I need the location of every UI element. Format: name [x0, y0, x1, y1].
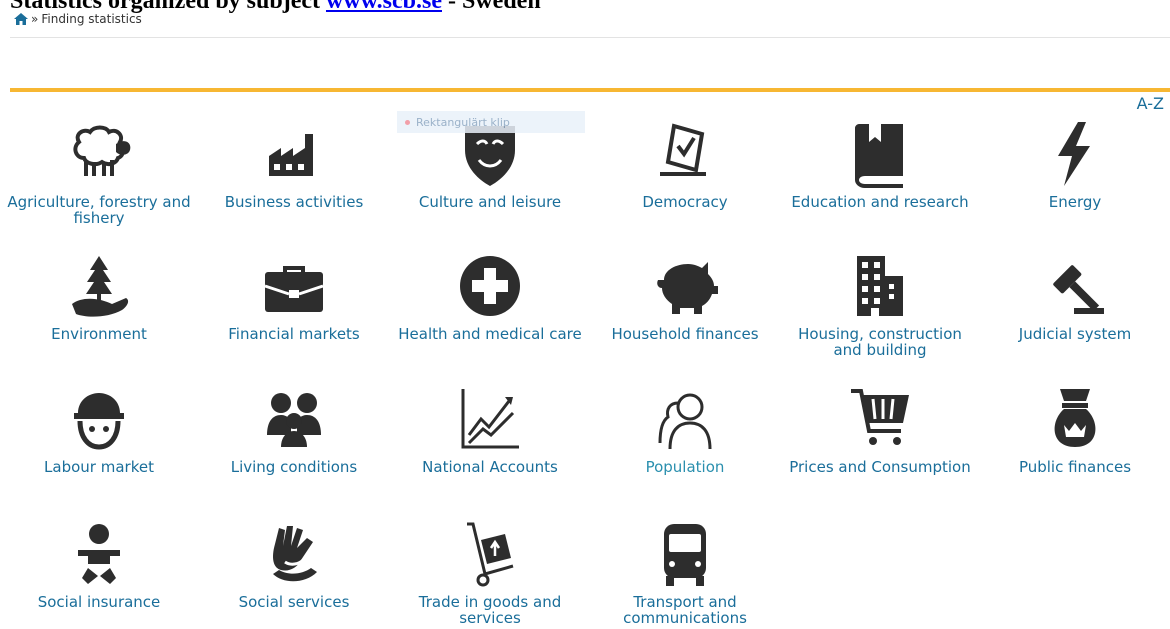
category-democracy[interactable]: Democracy [590, 120, 780, 210]
ballot-box-icon [660, 123, 706, 176]
category-agriculture[interactable]: Agriculture, forestry and fishery [4, 120, 194, 226]
people-group-icon [267, 393, 321, 447]
category-label: Agriculture, forestry and fishery [7, 193, 191, 227]
medical-cross-icon [460, 256, 520, 316]
category-label: Housing, construction and building [798, 325, 962, 359]
category-population[interactable]: Population [590, 385, 780, 475]
category-label: Culture and leisure [418, 193, 562, 211]
category-prices[interactable]: Prices and Consumption [785, 385, 975, 475]
category-label: National Accounts [422, 458, 558, 476]
piggy-bank-icon [657, 262, 718, 314]
category-energy[interactable]: Energy [980, 120, 1170, 210]
tooltip-overlay: Rektangulärt klip [397, 111, 585, 133]
category-financial-markets[interactable]: Financial markets [199, 252, 389, 342]
category-label: Energy [1048, 193, 1102, 211]
category-label: Labour market [44, 458, 154, 476]
category-label: Environment [51, 325, 147, 343]
people-outline-icon [658, 393, 712, 450]
category-public-finances[interactable]: Public finances [980, 385, 1170, 475]
category-label: Population [645, 458, 725, 476]
hand-truck-icon [467, 522, 514, 587]
category-living[interactable]: Living conditions [199, 385, 389, 475]
category-label: Household finances [611, 325, 759, 343]
factory-icon [269, 134, 313, 176]
briefcase-icon [264, 266, 324, 312]
category-transport[interactable]: Transport and communications [590, 520, 780, 626]
category-label: Financial markets [228, 325, 360, 343]
category-business[interactable]: Business activities [199, 120, 389, 210]
tooltip-text: Rektangulärt klip [416, 115, 510, 129]
category-environment[interactable]: Environment [4, 252, 194, 342]
category-education[interactable]: Education and research [785, 120, 975, 210]
category-label: Transport and communications [623, 593, 747, 627]
category-label: Social insurance [37, 593, 161, 611]
baby-icon [78, 524, 120, 584]
shopping-cart-icon [851, 389, 909, 445]
building-icon [857, 256, 903, 316]
category-label: Democracy [642, 193, 728, 211]
category-label: Prices and Consumption [789, 458, 971, 476]
category-label: Trade in goods and services [418, 593, 562, 627]
category-labour[interactable]: Labour market [4, 385, 194, 475]
category-grid: Agriculture, forestry and fishery Busine… [0, 0, 1170, 629]
category-trade[interactable]: Trade in goods and services [395, 520, 585, 626]
category-label: Education and research [791, 193, 969, 211]
category-judicial[interactable]: Judicial system [980, 252, 1170, 342]
category-housing[interactable]: Housing, construction and building [785, 252, 975, 358]
growth-chart-icon [461, 389, 519, 449]
category-label: Health and medical care [398, 325, 582, 343]
book-icon [855, 124, 903, 188]
money-bag-icon [1054, 389, 1096, 447]
record-dot-icon [405, 119, 410, 125]
category-national-accounts[interactable]: National Accounts [395, 385, 585, 475]
category-label: Public finances [1018, 458, 1132, 476]
category-culture[interactable]: Culture and leisure [395, 120, 585, 210]
category-label: Business activities [224, 193, 364, 211]
category-social-insurance[interactable]: Social insurance [4, 520, 194, 610]
category-household[interactable]: Household finances [590, 252, 780, 342]
sheep-icon [73, 125, 131, 176]
hardhat-worker-icon [74, 393, 124, 450]
category-health[interactable]: Health and medical care [395, 252, 585, 342]
gavel-icon [1053, 265, 1104, 314]
category-social-services[interactable]: Social services [199, 520, 389, 610]
helping-hands-icon [273, 526, 317, 582]
category-label: Judicial system [1018, 325, 1132, 343]
category-label: Living conditions [230, 458, 358, 476]
category-label: Social services [238, 593, 350, 611]
bus-icon [664, 524, 706, 586]
tree-hand-icon [72, 256, 129, 317]
lightning-icon [1058, 122, 1090, 186]
